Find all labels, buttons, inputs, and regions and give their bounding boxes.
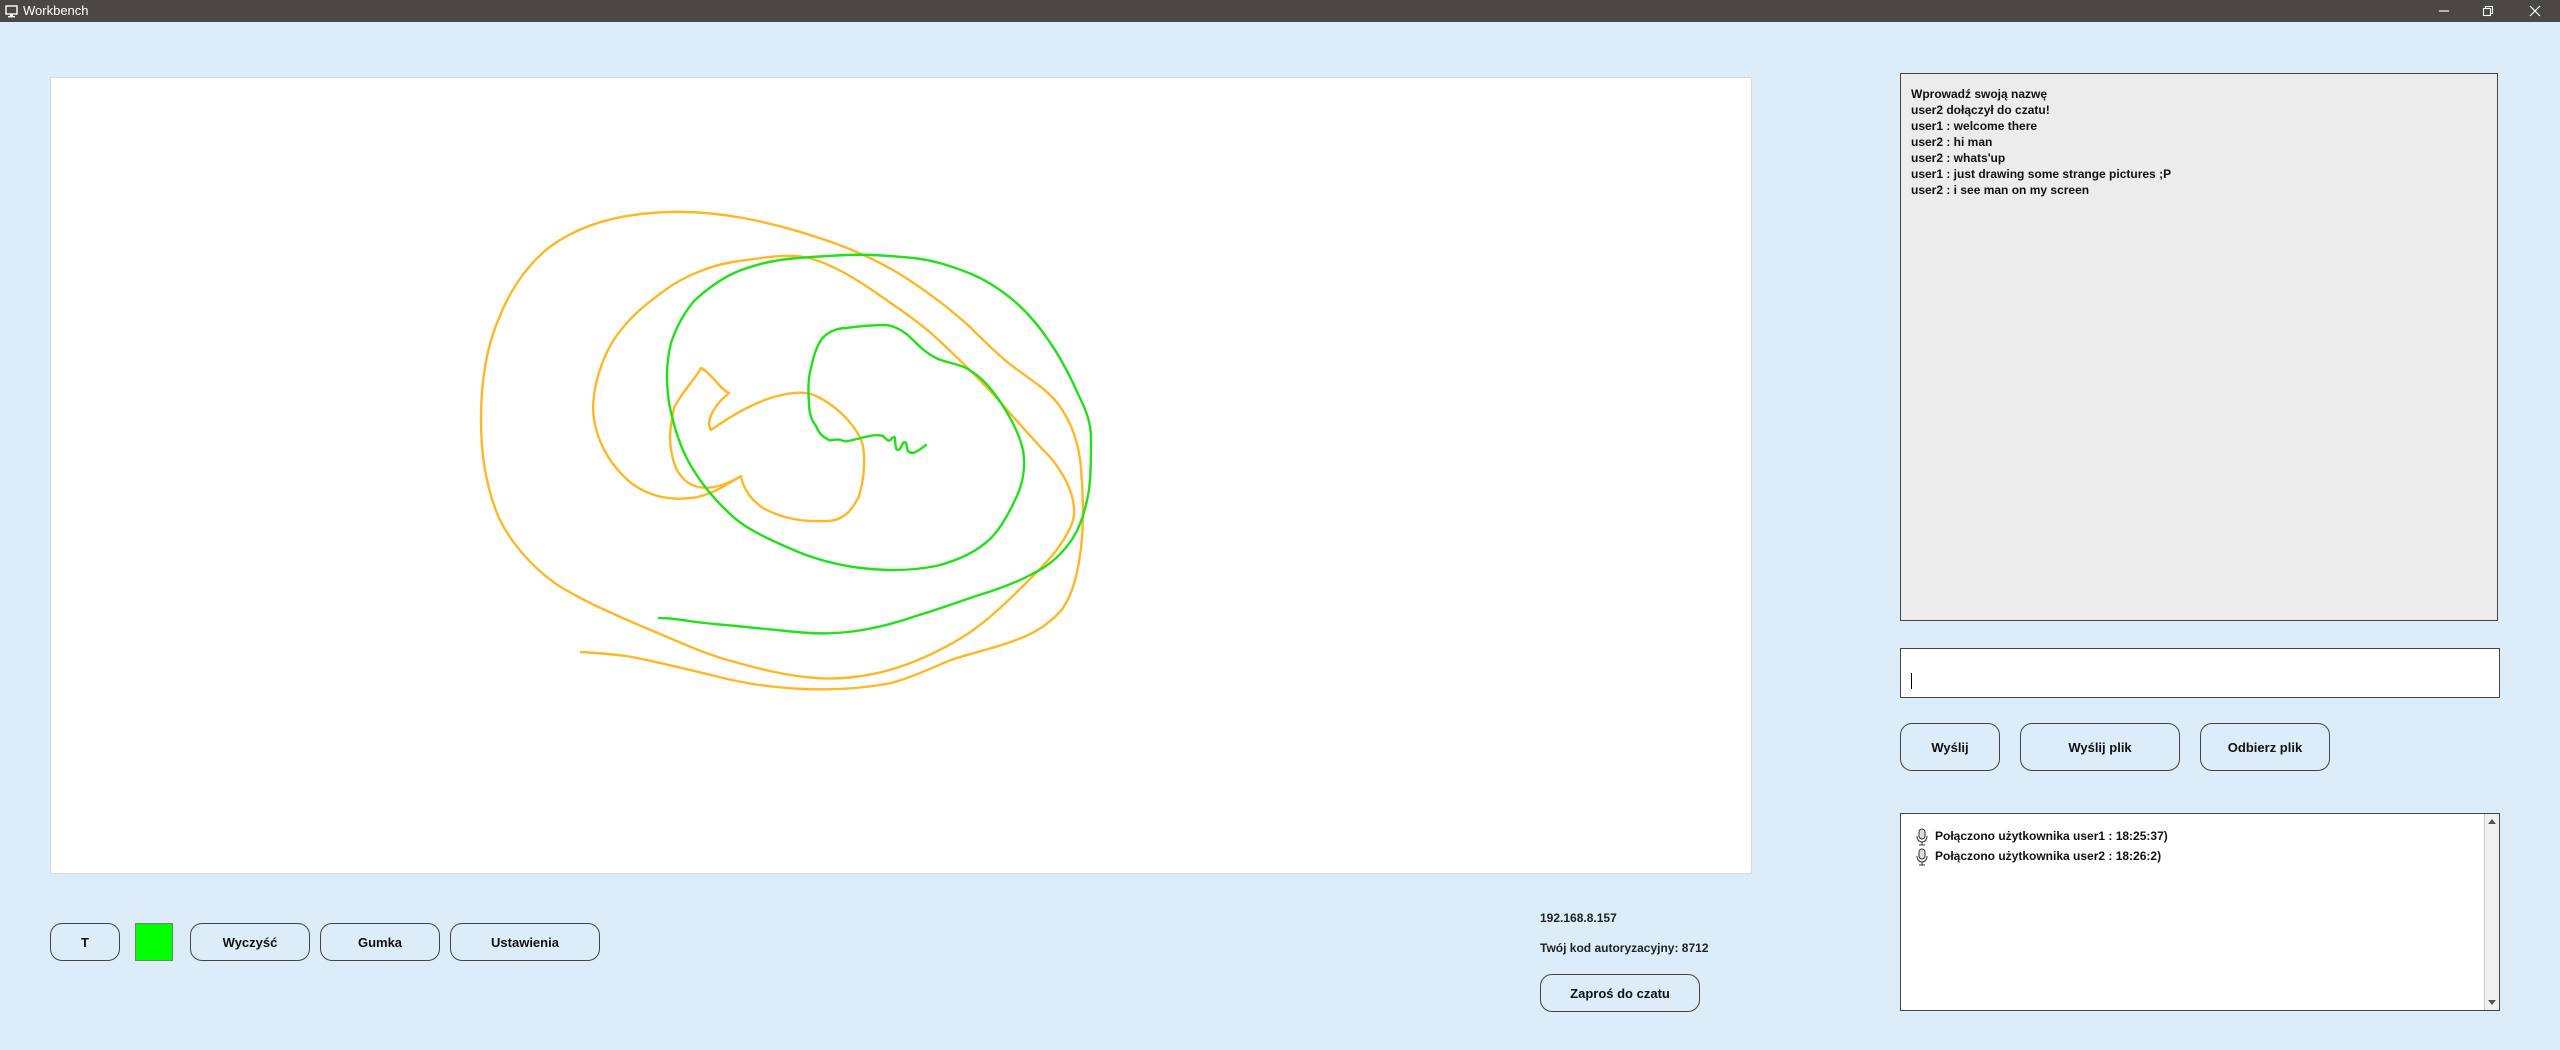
receive-file-button[interactable]: Odbierz plik	[2200, 723, 2330, 771]
drawing-stroke-green	[657, 253, 1093, 635]
chat-message: Wprowadź swoją nazwę	[1911, 87, 2048, 101]
auth-code: Twój kod autoryzacyjny: 8712	[1540, 941, 1709, 955]
restore-icon	[2482, 5, 2494, 17]
minimize-icon	[2439, 10, 2449, 12]
invite-to-chat-button[interactable]: Zaproś do czatu	[1540, 974, 1700, 1012]
color-picker-swatch[interactable]	[135, 923, 173, 961]
text-tool-button[interactable]: T	[50, 923, 120, 961]
text-caret	[1911, 673, 1912, 689]
chat-input[interactable]	[1915, 661, 2479, 689]
microphone-icon	[1916, 848, 1928, 866]
ip-address: 192.168.8.157	[1540, 911, 1617, 925]
chat-message: user1 : just drawing some strange pictur…	[1911, 167, 2172, 181]
chat-message: user2 : whats'up	[1911, 151, 2006, 165]
connected-users-list: Połączono użytkownika user1 : 18:25:37) …	[1915, 826, 2168, 866]
list-item[interactable]: Połączono użytkownika user1 : 18:25:37)	[1915, 826, 2168, 846]
microphone-icon	[1916, 828, 1928, 846]
eraser-button[interactable]: Gumka	[320, 923, 440, 961]
user-entry-text: Połączono użytkownika user2 : 18:26:2)	[1935, 849, 2162, 863]
minimize-button[interactable]	[2424, 0, 2464, 22]
chat-input-field[interactable]	[1900, 648, 2500, 698]
close-icon	[2529, 5, 2541, 17]
title-bar: Workbench	[0, 0, 2560, 22]
send-file-button[interactable]: Wyślij plik	[2020, 723, 2180, 771]
scroll-down-arrow-icon[interactable]	[2488, 1000, 2496, 1005]
chat-log: Wprowadź swoją nazwę user2 dołączył do c…	[1900, 73, 2498, 621]
chat-message: user2 : i see man on my screen	[1911, 183, 2090, 197]
vertical-scrollbar[interactable]	[2484, 814, 2499, 1010]
user-entry-text: Połączono użytkownika user1 : 18:25:37)	[1935, 829, 2168, 843]
clear-button[interactable]: Wyczyść	[190, 923, 310, 961]
restore-button[interactable]	[2468, 0, 2508, 22]
list-item[interactable]: Połączono użytkownika user2 : 18:26:2)	[1915, 846, 2168, 866]
chat-message: user2 : hi man	[1911, 135, 1993, 149]
drawing-stroke-orange	[479, 210, 1085, 691]
drawing-canvas[interactable]	[50, 77, 1752, 874]
app-icon	[5, 5, 18, 18]
send-button[interactable]: Wyślij	[1900, 723, 2000, 771]
window-title: Workbench	[23, 3, 89, 18]
chat-message: user1 : welcome there	[1911, 119, 2038, 133]
scroll-up-arrow-icon[interactable]	[2488, 819, 2496, 824]
settings-button[interactable]: Ustawienia	[450, 923, 600, 961]
close-button[interactable]	[2515, 0, 2555, 22]
connected-users-panel: Połączono użytkownika user1 : 18:25:37) …	[1900, 813, 2500, 1011]
chat-message: user2 dołączył do czatu!	[1911, 103, 2050, 117]
